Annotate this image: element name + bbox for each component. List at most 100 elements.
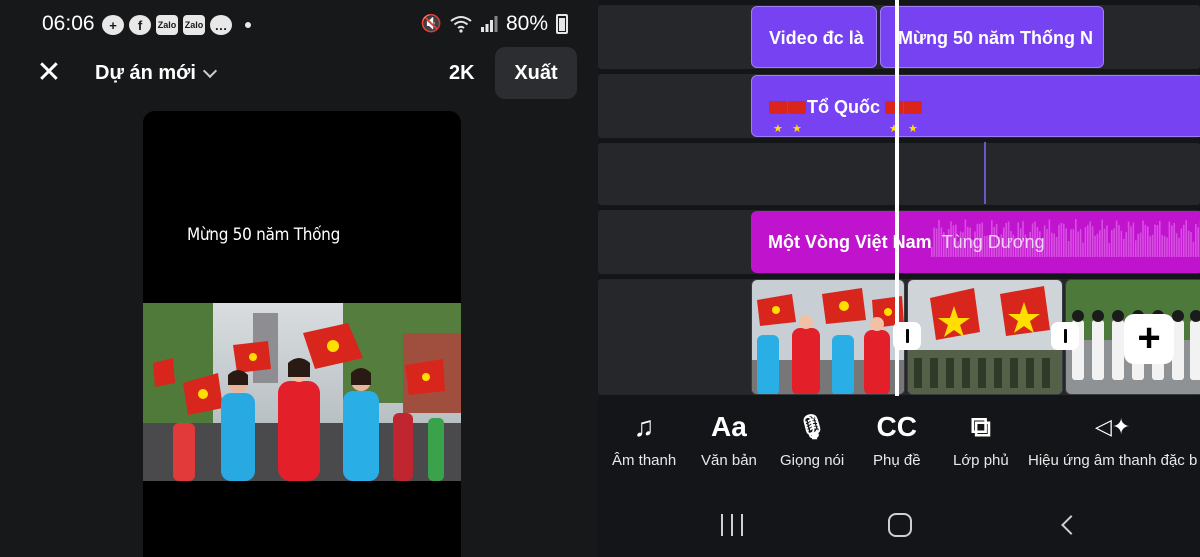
text-clip-label: Video đc là <box>769 28 864 48</box>
waveform-bar <box>1180 228 1183 257</box>
close-button[interactable]: ✕ <box>34 58 64 88</box>
waveform-bar <box>1046 229 1048 257</box>
tool-audio[interactable]: ♫ Âm thanh <box>612 410 676 469</box>
back-icon <box>1061 515 1081 535</box>
waveform-bar <box>1120 230 1123 257</box>
waveform-bar <box>1082 242 1084 257</box>
editor-toolbar: ♫ Âm thanh Aa Văn bản 🎙 Giọng nói CC Phụ… <box>598 396 1200 486</box>
waveform-bar <box>1123 238 1125 257</box>
system-navigation-bar <box>598 490 1200 557</box>
dot-icon <box>245 22 251 28</box>
tool-label: Hiệu ứng âm thanh đặc b <box>1028 452 1198 469</box>
waveform-bar <box>1168 221 1171 257</box>
status-time: 06:06 <box>42 12 95 35</box>
export-button[interactable]: Xuất <box>495 47 577 99</box>
vietnam-flag-icons <box>885 97 923 136</box>
facebook-icon: f <box>129 15 151 35</box>
transition-handle[interactable] <box>1051 322 1079 350</box>
captions-icon: CC <box>876 411 917 442</box>
waveform-bar <box>1048 219 1051 257</box>
waveform-bar <box>1101 219 1103 257</box>
text-clip-label: Mừng 50 năm Thống N <box>898 28 1094 48</box>
waveform-bar <box>1142 220 1144 257</box>
waveform-bar <box>1089 221 1091 257</box>
messenger-icon: … <box>210 15 232 35</box>
sticker-clip[interactable]: Tổ Quốc <box>751 75 1200 137</box>
waveform-bar <box>1135 240 1137 257</box>
battery-icon <box>556 14 568 34</box>
waveform-bar <box>1173 223 1175 257</box>
system-status: 🔇 80% <box>421 12 568 36</box>
waveform-bar <box>1187 230 1190 257</box>
empty-track <box>598 143 1200 205</box>
home-button[interactable] <box>880 510 920 540</box>
waveform-bar <box>1118 225 1120 257</box>
waveform-bar <box>1144 224 1147 257</box>
music-artist: Tùng Dương <box>941 232 1045 252</box>
waveform-bar <box>1067 241 1070 257</box>
waveform-bar <box>1113 228 1115 257</box>
music-note-icon: ♫ <box>633 411 655 442</box>
waveform-bar <box>1125 232 1127 257</box>
waveform-bar <box>1096 233 1099 257</box>
notification-icons: + f Zalo Zalo … <box>102 15 251 35</box>
waveform-bar <box>1058 224 1060 257</box>
text-clip[interactable]: Video đc là <box>751 6 877 68</box>
waveform-bar <box>1060 222 1063 257</box>
text-clip[interactable]: Mừng 50 năm Thống N <box>880 6 1104 68</box>
home-icon <box>888 513 912 537</box>
microphone-icon: 🎙 <box>796 413 828 441</box>
waveform-bar <box>1159 220 1161 257</box>
playhead[interactable] <box>895 0 899 396</box>
waveform-bar <box>1149 236 1151 257</box>
plus-icon[interactable]: + <box>1124 314 1174 364</box>
waveform-bar <box>1147 226 1149 257</box>
waveform-bar <box>1099 230 1101 257</box>
waveform-bar <box>1192 241 1195 257</box>
waveform-bar <box>1161 235 1163 257</box>
waveform-bar <box>1151 234 1154 257</box>
clip-marker <box>984 142 986 204</box>
waveform-bar <box>1163 235 1166 257</box>
text-icon: Aa <box>711 411 747 442</box>
tool-text[interactable]: Aa Văn bản <box>701 410 757 469</box>
editor-preview-panel: 06:06 + f Zalo Zalo … 🔇 80% ✕ Dự án mới … <box>0 0 598 557</box>
vietnam-flag-icon <box>788 98 806 136</box>
music-clip[interactable]: Một Vòng Việt Nam Tùng Dương <box>751 211 1200 273</box>
waveform-bar <box>1055 237 1058 257</box>
waveform-bar <box>1108 243 1111 257</box>
waveform-bar <box>1070 229 1072 257</box>
waveform-bar <box>1115 220 1118 257</box>
video-preview[interactable]: Mừng 50 năm Thống <box>143 111 461 557</box>
waveform-bar <box>1185 220 1187 257</box>
video-clip[interactable] <box>907 279 1063 395</box>
tool-voiceover[interactable]: 🎙 Giọng nói <box>780 410 844 470</box>
mute-icon: 🔇 <box>420 14 442 33</box>
music-title: Một Vòng Việt Nam <box>768 232 932 252</box>
tool-captions[interactable]: CC Phụ đề <box>873 410 921 469</box>
waveform-bar <box>1103 228 1106 257</box>
vietnam-flag-icon <box>904 98 923 136</box>
sticker-text: Tổ Quốc <box>807 97 880 117</box>
resolution-button[interactable]: 2K <box>449 62 475 85</box>
preview-caption: Mừng 50 năm Thống <box>187 225 340 245</box>
waveform-bar <box>1127 221 1130 257</box>
tool-overlay[interactable]: ⧉ Lớp phủ <box>953 410 1009 470</box>
waveform-bar <box>1079 229 1082 257</box>
waveform-bar <box>1166 237 1168 257</box>
waveform-bar <box>1063 223 1065 257</box>
waveform-bar <box>1197 227 1199 257</box>
waveform-bar <box>1051 232 1053 257</box>
editor-header: ✕ Dự án mới 2K Xuất <box>0 47 598 99</box>
back-button[interactable] <box>1048 510 1088 540</box>
waveform-bar <box>1139 232 1142 257</box>
waveform-bar <box>1053 233 1055 257</box>
tool-label: Phụ đề <box>873 452 921 469</box>
waveform-bar <box>1132 222 1135 257</box>
sticker-clip-label: Tổ Quốc <box>769 76 923 136</box>
tool-sound-effects[interactable]: ◁✦ Hiệu ứng âm thanh đặc b <box>1028 410 1197 469</box>
recents-button[interactable] <box>712 510 752 540</box>
video-clip[interactable] <box>751 279 905 395</box>
project-selector[interactable]: Dự án mới <box>95 62 218 85</box>
waveform-bar <box>1171 225 1173 257</box>
